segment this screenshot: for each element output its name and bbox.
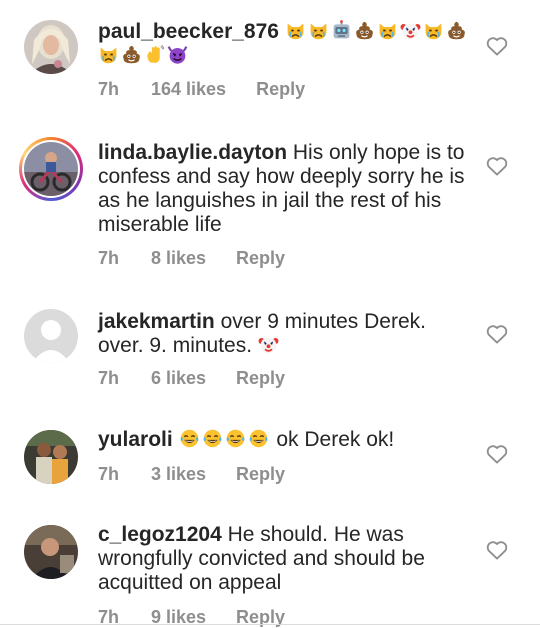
comment-meta: 7h 3 likes Reply <box>98 464 285 485</box>
tears-of-joy-emoji <box>225 428 246 449</box>
avatar[interactable] <box>24 525 78 579</box>
robot-emoji <box>331 20 352 41</box>
comment-username[interactable]: jakekmartin <box>98 310 215 333</box>
comment-likes[interactable]: 8 likes <box>151 248 206 269</box>
crying-cat-emoji <box>285 20 306 41</box>
heart-icon[interactable] <box>486 540 508 560</box>
comment-text: c_legoz1204 He should. He was wrongfully… <box>98 523 425 594</box>
waving-hand-emoji <box>144 44 165 65</box>
smiling-devil-emoji <box>167 44 188 65</box>
comment-text: linda.baylie.dayton His only hope is to … <box>98 141 465 236</box>
heart-icon[interactable] <box>486 444 508 464</box>
comment-timestamp: 7h <box>98 464 120 484</box>
comment-timestamp: 7h <box>98 368 120 388</box>
avatar[interactable] <box>24 20 78 74</box>
reply-button[interactable]: Reply <box>236 368 285 389</box>
avatar-story-ring[interactable] <box>19 137 83 201</box>
comment-timestamp: 7h <box>98 79 120 99</box>
comment-text: jakekmartin over 9 minutes Derek. over. … <box>98 310 426 357</box>
crying-cat-emoji <box>423 20 444 41</box>
crying-cat-emoji <box>308 20 329 41</box>
tears-of-joy-emoji <box>202 428 223 449</box>
tears-of-joy-emoji <box>248 428 269 449</box>
avatar[interactable] <box>24 142 78 196</box>
heart-icon[interactable] <box>486 156 508 176</box>
comment-likes[interactable]: 3 likes <box>151 464 206 485</box>
comment-likes[interactable]: 6 likes <box>151 368 206 389</box>
comment-text: yularoli ok Derek ok! <box>98 428 395 451</box>
crying-cat-emoji <box>98 44 119 65</box>
comment-username[interactable]: yularoli <box>98 428 173 451</box>
poop-emoji <box>354 20 375 41</box>
comment-timestamp: 7h <box>98 248 120 268</box>
poop-emoji <box>121 44 142 65</box>
reply-button[interactable]: Reply <box>256 79 305 100</box>
comment-username[interactable]: c_legoz1204 <box>98 523 222 546</box>
emoji-row <box>258 334 281 357</box>
clown-emoji <box>258 334 279 355</box>
poop-emoji <box>446 20 467 41</box>
crying-cat-emoji <box>377 20 398 41</box>
heart-icon[interactable] <box>486 324 508 344</box>
comment-meta: 7h 164 likes Reply <box>98 79 305 100</box>
reply-button[interactable]: Reply <box>236 464 285 485</box>
comment-meta: 7h 8 likes Reply <box>98 248 285 269</box>
avatar[interactable] <box>24 309 78 363</box>
comment-likes[interactable]: 164 likes <box>151 79 226 100</box>
divider <box>0 624 540 625</box>
comment-meta: 7h 6 likes Reply <box>98 368 285 389</box>
comment-username[interactable]: linda.baylie.dayton <box>98 141 287 164</box>
comment-username[interactable]: paul_beecker_876 <box>98 20 279 43</box>
comment-text: paul_beecker_876 <box>98 20 476 68</box>
emoji-row <box>179 428 271 451</box>
reply-button[interactable]: Reply <box>236 248 285 269</box>
clown-emoji <box>400 20 421 41</box>
tears-of-joy-emoji <box>179 428 200 449</box>
avatar[interactable] <box>24 430 78 484</box>
heart-icon[interactable] <box>486 36 508 56</box>
